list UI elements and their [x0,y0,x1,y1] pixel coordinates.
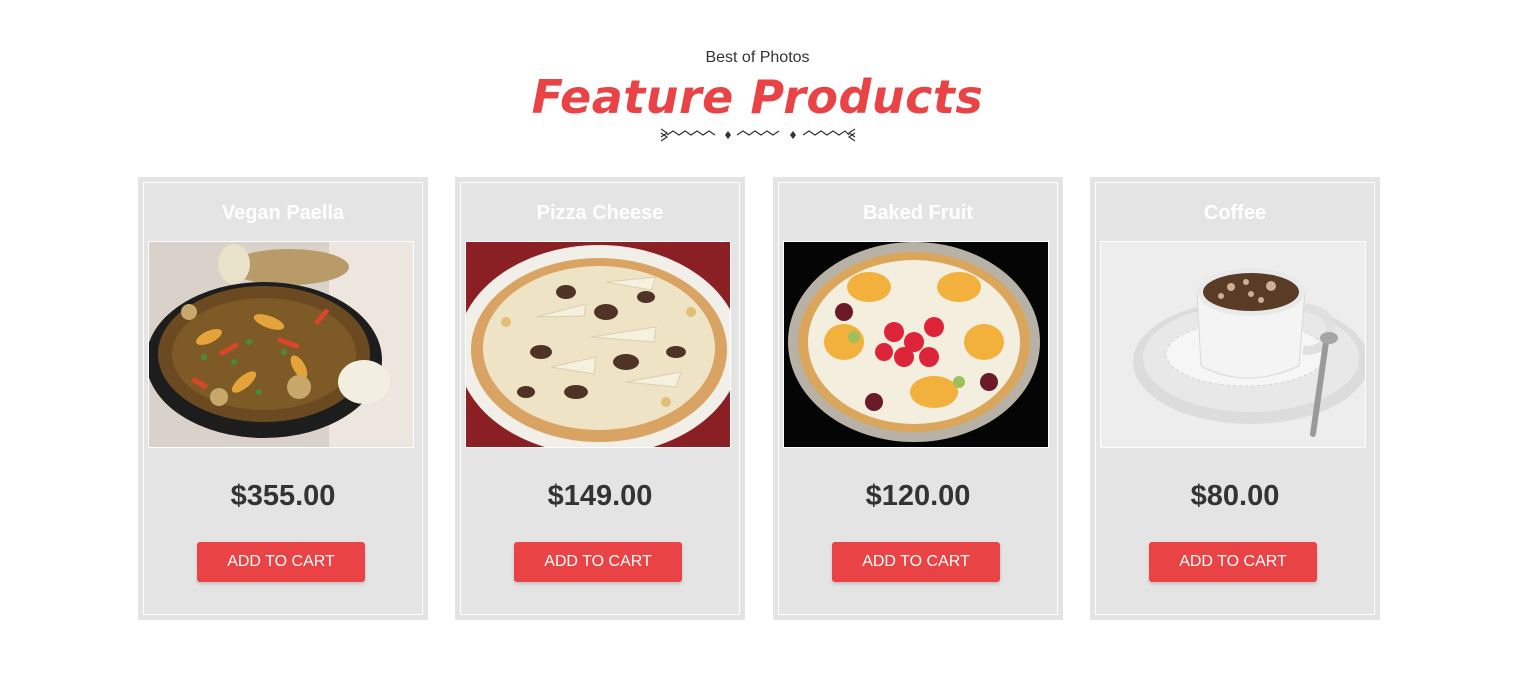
pizza-photo-icon [465,241,731,448]
product-title: Pizza Cheese [536,202,664,224]
product-card: Pizza Cheese $149.00 ADD TO CART [455,177,745,620]
product-title: Baked Fruit [862,202,974,224]
feature-products-section: Best of Photos Feature Products Vegan Pa… [0,0,1515,688]
product-price: $355.00 [230,480,336,512]
product-price: $149.00 [547,480,653,512]
product-price: $80.00 [1190,480,1280,512]
product-card: Vegan Paella $355.00 ADD TO CART [138,177,428,620]
fruit-tart-photo-icon [783,241,1049,448]
product-card: Baked Fruit $120.00 ADD TO CART [773,177,1063,620]
add-to-cart-button[interactable]: ADD TO CART [1149,542,1317,582]
section-title: Feature Products [531,70,984,124]
add-to-cart-button[interactable]: ADD TO CART [832,542,1000,582]
product-title: Vegan Paella [221,202,345,224]
product-title: Coffee [1203,202,1267,224]
add-to-cart-button[interactable]: ADD TO CART [197,542,365,582]
coffee-cup-photo-icon [1100,241,1366,448]
zigzag-divider-icon [660,128,856,142]
product-price: $120.00 [865,480,971,512]
paella-photo-icon [148,241,414,448]
add-to-cart-button[interactable]: ADD TO CART [514,542,682,582]
section-eyebrow: Best of Photos [705,49,810,66]
product-card: Coffee $80.00 ADD TO CART [1090,177,1380,620]
